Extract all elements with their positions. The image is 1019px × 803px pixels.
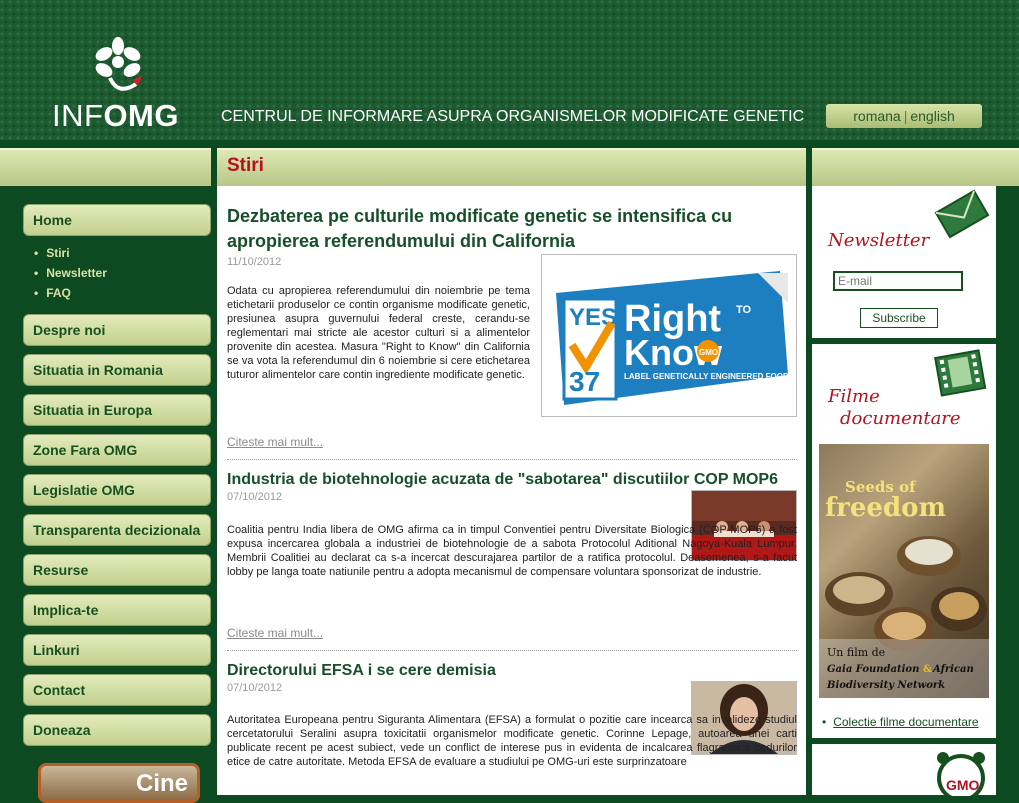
films-title-line2: documentare [840,408,961,429]
read-more-link[interactable]: Citeste mai mult... [227,626,323,640]
logo-caption: LABEL GENETICALLY ENGINEERED FOODS [624,372,795,381]
nav-transparenta[interactable]: Transparenta decizionala [23,514,211,546]
article-body: Coalitia pentru India libera de OMG afir… [227,524,797,578]
site-header: INFOMG CENTRUL DE INFORMARE ASUPRA ORGAN… [0,0,1019,140]
newsletter-title: Newsletter [828,230,930,251]
logo-number: 37 [569,366,600,397]
article-body: Odata cu apropierea referendumului din n… [227,285,530,381]
poster-credit-line3: Biodiversity Network [826,680,945,691]
logo-text-light: INF [52,98,104,133]
article-divider [227,459,797,460]
subscribe-button[interactable]: Subscribe [860,308,938,328]
flower-logo-icon[interactable] [92,36,144,98]
lang-english-link[interactable]: english [910,108,954,124]
newsletter-box: Newsletter Subscribe [812,186,996,338]
article-title-line: Dezbaterea pe culturile modificate genet… [227,206,733,226]
subnav-stiri[interactable]: Stiri [34,246,107,266]
subnav-faq[interactable]: FAQ [34,286,107,306]
article-title[interactable]: Dezbaterea pe culturile modificate genet… [227,204,732,254]
logo-text-bold: OMG [103,98,179,133]
article-date: 07/10/2012 [227,491,283,503]
article-date: 11/10/2012 [227,256,282,268]
article-title[interactable]: Directorului EFSA i se cere demisia [227,661,496,681]
poster-credit-line1: Un film de [827,646,885,659]
gmo-box: GMO [812,744,996,796]
article-divider [227,650,797,651]
site-tagline: CENTRUL DE INFORMARE ASUPRA ORGANISMELOR… [221,108,805,125]
seeds-of-freedom-poster[interactable]: Seeds of freedom Un film de Gaia Foundat… [819,444,989,698]
band-divider [211,148,217,186]
documentary-collection-link[interactable]: Colectie filme documentare [822,715,978,729]
read-more-link[interactable]: Citeste mai mult... [227,435,323,449]
poster-credit-gaia: Gaia Foundation [827,664,919,675]
nav-resurse[interactable]: Resurse [23,554,211,586]
article-body: Autoritatea Europeana pentru Siguranta A… [227,714,797,768]
right-to-know-image[interactable]: YES 37 Right TO Know GMO LABEL GENETICAL… [541,254,797,417]
nav-contact[interactable]: Contact [23,674,211,706]
nav-legislatie-omg[interactable]: Legislatie OMG [23,474,211,506]
nav-despre-noi[interactable]: Despre noi [23,314,211,346]
lang-romana-link[interactable]: romana [853,108,900,124]
envelope-icon [934,189,990,239]
article-title[interactable]: Industria de biotehnologie acuzata de "s… [227,470,778,490]
article-date: 07/10/2012 [227,682,283,694]
home-subnav: Stiri Newsletter FAQ [34,246,107,306]
nav-implica-te[interactable]: Implica-te [23,594,211,626]
news-list: Dezbaterea pe culturile modificate genet… [217,186,806,795]
nav-situatia-romania[interactable]: Situatia in Romania [23,354,211,386]
nav-zone-fara-omg[interactable]: Zone Fara OMG [23,434,211,466]
nav-linkuri[interactable]: Linkuri [23,634,211,666]
nav-situatia-europa[interactable]: Situatia in Europa [23,394,211,426]
films-title-line1: Filme [828,386,880,407]
poster-credit-amp: & [923,664,932,675]
email-field[interactable] [833,271,963,291]
gmo-badge-text: GMO [946,777,980,793]
subnav-newsletter[interactable]: Newsletter [34,266,107,286]
language-switcher: romana | english [826,104,982,128]
nav-home[interactable]: Home [23,204,211,236]
seeds-bowls-image: Seeds of freedom Un film de Gaia Foundat… [819,478,989,698]
gmo-clock-icon[interactable]: GMO [934,750,988,796]
article-title-line: apropierea referendumului din California [227,231,576,251]
site-logo-text[interactable]: INFOMG [52,98,179,134]
lang-separator: | [903,108,908,124]
poster-title-line2: freedom [825,493,946,523]
films-box: Filme documentare Seeds of freedom Un fi… [812,344,996,738]
poster-credit-african: African [932,664,974,675]
cine-label: Cine [136,770,189,797]
band-divider [806,148,812,186]
cine-banner[interactable]: Cine [38,763,200,803]
logo-to: TO [736,304,752,316]
film-reel-icon [934,349,987,397]
right-to-know-logo-icon: YES 37 Right TO Know GMO LABEL GENETICAL… [556,271,795,405]
logo-gmo: GMO [699,348,718,357]
title-band [0,148,1019,186]
nav-doneaza[interactable]: Doneaza [23,714,211,746]
section-title: Stiri [227,155,264,176]
